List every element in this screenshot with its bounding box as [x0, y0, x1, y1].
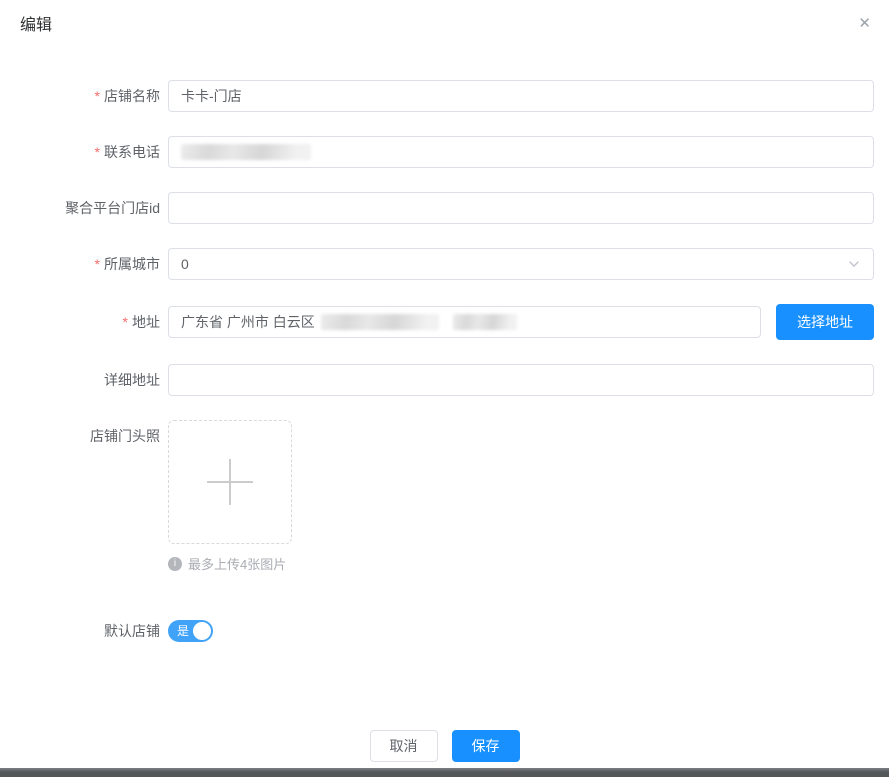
form-row-platform-store-id: 聚合平台门店id [20, 192, 874, 224]
upload-hint-text: 最多上传4张图片 [188, 554, 286, 573]
redacted-phone-value [181, 144, 311, 160]
plus-icon [207, 459, 253, 505]
address-value-prefix: 广东省 广州市 白云区 [181, 312, 315, 332]
detail-address-label: 详细地址 [20, 364, 160, 396]
required-mark: * [95, 88, 100, 104]
photo-upload-button[interactable] [168, 420, 292, 544]
address-label-text: 地址 [132, 314, 160, 330]
toggle-handle [193, 622, 211, 640]
required-mark: * [123, 314, 128, 330]
edit-form: *店铺名称 *联系电话 聚合平台门店id *所属城市 [20, 80, 874, 647]
detail-address-input[interactable] [168, 364, 874, 396]
redacted-address-part2 [453, 314, 517, 330]
city-select-value: 0 [181, 256, 189, 272]
redacted-address-part1 [321, 314, 439, 330]
storefront-photo-label: 店铺门头照 [20, 420, 160, 452]
cancel-button[interactable]: 取消 [370, 730, 438, 762]
default-shop-label: 默认店铺 [20, 615, 160, 647]
phone-label: *联系电话 [20, 136, 160, 168]
shop-name-label: *店铺名称 [20, 80, 160, 112]
phone-label-text: 联系电话 [104, 144, 160, 160]
city-label: *所属城市 [20, 248, 160, 280]
dialog-title: 编辑 [20, 14, 874, 38]
required-mark: * [95, 256, 100, 272]
form-row-address: *地址 广东省 广州市 白云区 选择地址 [20, 304, 874, 340]
form-row-phone: *联系电话 [20, 136, 874, 168]
chevron-down-icon [847, 257, 861, 271]
form-row-detail-address: 详细地址 [20, 364, 874, 396]
edit-dialog: 编辑 ✕ *店铺名称 *联系电话 聚合平台门店id [0, 0, 889, 777]
form-row-storefront-photo: 店铺门头照 i 最多上传4张图片 [20, 420, 874, 573]
default-shop-toggle[interactable]: 是 [168, 620, 213, 642]
close-icon[interactable]: ✕ [858, 16, 871, 32]
city-label-text: 所属城市 [104, 256, 160, 272]
form-row-city: *所属城市 0 [20, 248, 874, 280]
required-mark: * [95, 144, 100, 160]
platform-store-id-label-text: 聚合平台门店id [65, 200, 160, 216]
page-bottom-edge [0, 768, 889, 777]
platform-store-id-input[interactable] [168, 192, 874, 224]
address-input[interactable]: 广东省 广州市 白云区 [168, 306, 761, 338]
info-icon: i [168, 557, 182, 571]
default-shop-label-text: 默认店铺 [104, 623, 160, 639]
toggle-on-text: 是 [177, 620, 189, 642]
detail-address-label-text: 详细地址 [104, 372, 160, 388]
form-row-default-shop: 默认店铺 是 [20, 615, 874, 647]
platform-store-id-label: 聚合平台门店id [20, 192, 160, 224]
shop-name-label-text: 店铺名称 [104, 88, 160, 104]
dialog-footer: 取消 保存 [0, 730, 889, 762]
phone-input[interactable] [168, 136, 874, 168]
shop-name-input[interactable] [168, 80, 874, 112]
form-row-shop-name: *店铺名称 [20, 80, 874, 112]
address-label: *地址 [20, 306, 160, 338]
storefront-photo-label-text: 店铺门头照 [90, 428, 160, 444]
save-button[interactable]: 保存 [452, 730, 520, 762]
select-address-button[interactable]: 选择地址 [776, 304, 874, 340]
city-select[interactable]: 0 [168, 248, 874, 280]
upload-hint: i 最多上传4张图片 [168, 554, 292, 573]
